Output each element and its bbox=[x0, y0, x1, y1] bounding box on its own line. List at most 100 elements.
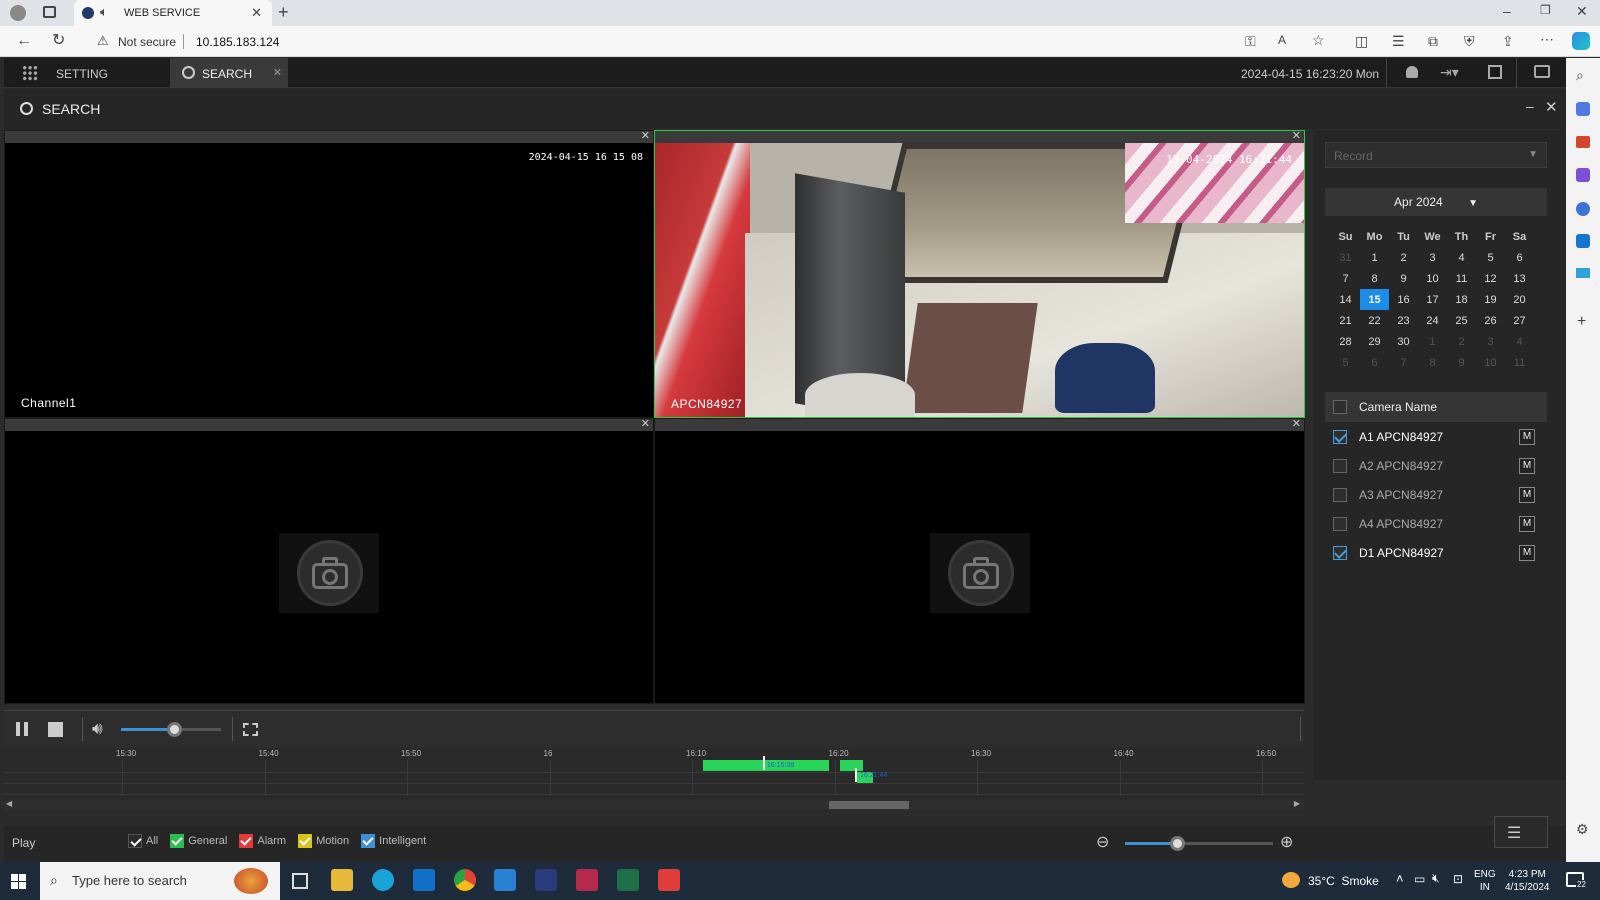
edge-icon[interactable] bbox=[372, 869, 394, 891]
calendar-day[interactable]: 31 bbox=[1331, 247, 1360, 268]
main-menu-grid-icon[interactable] bbox=[22, 65, 38, 81]
camera-mode-button[interactable]: M bbox=[1519, 457, 1535, 474]
video-window-3[interactable]: ✕ bbox=[4, 418, 654, 704]
legend-checkbox[interactable] bbox=[128, 834, 142, 848]
panel-close-icon[interactable]: ✕ bbox=[1545, 98, 1558, 116]
tab-setting[interactable]: SETTING bbox=[42, 58, 172, 88]
camera-mode-button[interactable]: M bbox=[1519, 515, 1535, 532]
read-aloud-icon[interactable]: A bbox=[1278, 34, 1286, 46]
calendar-day[interactable]: 19 bbox=[1476, 289, 1505, 310]
calendar-day[interactable]: 27 bbox=[1505, 310, 1534, 331]
sidebar-add-icon[interactable]: + bbox=[1577, 314, 1586, 330]
legend-checkbox[interactable] bbox=[170, 834, 185, 848]
calendar-day[interactable]: 7 bbox=[1389, 352, 1418, 373]
url-text[interactable]: 10.185.183.124 bbox=[196, 35, 279, 49]
calendar-day[interactable]: 10 bbox=[1476, 352, 1505, 373]
split-screen-icon[interactable]: ◫ bbox=[1355, 34, 1368, 48]
refresh-icon[interactable]: ↻ bbox=[52, 33, 65, 49]
panel-minimize-icon[interactable]: – bbox=[1526, 98, 1534, 114]
browser-essentials-icon[interactable]: ⛨ bbox=[1464, 34, 1475, 48]
calendar-day[interactable]: 26 bbox=[1476, 310, 1505, 331]
browser-tab[interactable]: 🔈︎ WEB SERVICE ✕ bbox=[74, 0, 272, 26]
record-segment-2[interactable] bbox=[840, 760, 863, 771]
month-dropdown-icon[interactable]: ▼ bbox=[1468, 198, 1478, 209]
close-video-2-icon[interactable]: ✕ bbox=[1292, 129, 1301, 142]
calendar-day[interactable]: 22 bbox=[1360, 310, 1389, 331]
close-window-icon[interactable]: ✕ bbox=[1576, 4, 1588, 18]
camera-mode-button[interactable]: M bbox=[1519, 486, 1535, 503]
user-icon[interactable] bbox=[1406, 66, 1418, 78]
calendar-day-selected[interactable]: 15 bbox=[1360, 289, 1389, 310]
record-type-select[interactable]: Record ▼ bbox=[1325, 142, 1547, 168]
calendar-day[interactable]: 5 bbox=[1331, 352, 1360, 373]
favorite-star-icon[interactable]: ☆ bbox=[1312, 33, 1325, 47]
close-tab-icon[interactable]: ✕ bbox=[251, 6, 262, 19]
scroll-left-icon[interactable]: ◀ bbox=[6, 799, 12, 808]
excel-icon[interactable] bbox=[617, 869, 639, 891]
calendar-day[interactable]: 30 bbox=[1389, 331, 1418, 352]
calendar-day[interactable]: 25 bbox=[1447, 310, 1476, 331]
battery-icon[interactable]: ⊡ bbox=[1453, 872, 1463, 886]
chrome-icon[interactable] bbox=[454, 869, 476, 891]
volume-tray-icon[interactable]: 🔇︎ bbox=[1432, 871, 1440, 886]
close-search-tab-icon[interactable]: ✕ bbox=[273, 66, 282, 79]
legend-checkbox[interactable] bbox=[239, 834, 254, 848]
camera-checkbox[interactable] bbox=[1333, 545, 1347, 560]
volume-slider-handle[interactable] bbox=[166, 722, 182, 737]
calendar-day[interactable]: 13 bbox=[1505, 268, 1534, 289]
minimize-window-icon[interactable]: – bbox=[1503, 4, 1511, 18]
camera-mode-button[interactable]: M bbox=[1519, 544, 1535, 561]
playhead-1[interactable] bbox=[763, 756, 765, 770]
video-window-2[interactable]: ✕ 15-04-2024 16:21:44 APCN84927 bbox=[654, 130, 1305, 418]
legend-checkbox[interactable] bbox=[361, 834, 376, 848]
favorites-icon[interactable]: ☰ bbox=[1392, 34, 1405, 48]
sidebar-office-icon[interactable] bbox=[1576, 202, 1590, 216]
collections-icon[interactable]: ⧉ bbox=[1428, 34, 1438, 48]
snipping-tool-icon[interactable] bbox=[576, 869, 598, 891]
close-video-1-icon[interactable]: ✕ bbox=[641, 129, 650, 142]
calendar-day[interactable]: 18 bbox=[1447, 289, 1476, 310]
calendar-day[interactable]: 1 bbox=[1418, 331, 1447, 352]
zoom-slider[interactable] bbox=[1125, 836, 1273, 851]
select-all-checkbox[interactable] bbox=[1333, 400, 1347, 414]
calendar-day[interactable]: 16 bbox=[1389, 289, 1418, 310]
calendar-day[interactable]: 29 bbox=[1360, 331, 1389, 352]
calendar-day[interactable]: 2 bbox=[1389, 247, 1418, 268]
stop-icon[interactable] bbox=[48, 722, 63, 737]
zoom-in-icon[interactable]: ⊕ bbox=[1280, 832, 1293, 852]
camera-row[interactable]: A2 APCN84927 M bbox=[1325, 451, 1547, 480]
timeline-scrollbar[interactable]: ◀ ▶ bbox=[4, 799, 1304, 810]
calendar-day[interactable]: 28 bbox=[1331, 331, 1360, 352]
camera-mode-button[interactable]: M bbox=[1519, 428, 1535, 445]
calendar-day[interactable]: 6 bbox=[1505, 247, 1534, 268]
calendar-day[interactable]: 4 bbox=[1447, 247, 1476, 268]
video-window-1[interactable]: ✕ 2024-04-15 16 15 08 Channel1 bbox=[4, 130, 654, 418]
zoom-slider-handle[interactable] bbox=[1169, 836, 1185, 851]
calendar-day[interactable]: 9 bbox=[1389, 268, 1418, 289]
tab-search[interactable]: SEARCH ✕ bbox=[170, 58, 288, 88]
camera-checkbox[interactable] bbox=[1333, 429, 1347, 444]
sidebar-games-icon[interactable] bbox=[1576, 168, 1590, 182]
sidebar-shopping-icon[interactable] bbox=[1576, 102, 1590, 116]
layout-icon[interactable] bbox=[1488, 65, 1502, 79]
legend-item[interactable]: Alarm bbox=[239, 834, 286, 848]
live-view-icon[interactable] bbox=[1534, 65, 1550, 78]
more-menu-icon[interactable]: ⋯ bbox=[1540, 32, 1554, 46]
security-label[interactable]: Not secure bbox=[118, 35, 176, 49]
calendar-day[interactable]: 24 bbox=[1418, 310, 1447, 331]
calendar-day[interactable]: 14 bbox=[1331, 289, 1360, 310]
file-explorer-icon[interactable] bbox=[331, 869, 353, 891]
scroll-right-icon[interactable]: ▶ bbox=[1294, 799, 1300, 808]
calendar-day[interactable]: 5 bbox=[1476, 247, 1505, 268]
legend-checkbox[interactable] bbox=[298, 834, 313, 848]
camera-row[interactable]: A4 APCN84927 M bbox=[1325, 509, 1547, 538]
calendar-day[interactable]: 23 bbox=[1389, 310, 1418, 331]
sidebar-tools-icon[interactable] bbox=[1576, 136, 1590, 148]
outlook-icon[interactable] bbox=[413, 869, 435, 891]
sidebar-settings-icon[interactable]: ⚙ bbox=[1576, 822, 1589, 836]
new-tab-icon[interactable]: + bbox=[278, 3, 289, 21]
language-indicator[interactable]: ENG IN bbox=[1474, 868, 1496, 894]
legend-item[interactable]: Motion bbox=[298, 834, 349, 848]
sidebar-send-icon[interactable] bbox=[1576, 268, 1590, 278]
legend-item[interactable]: All bbox=[128, 834, 158, 848]
